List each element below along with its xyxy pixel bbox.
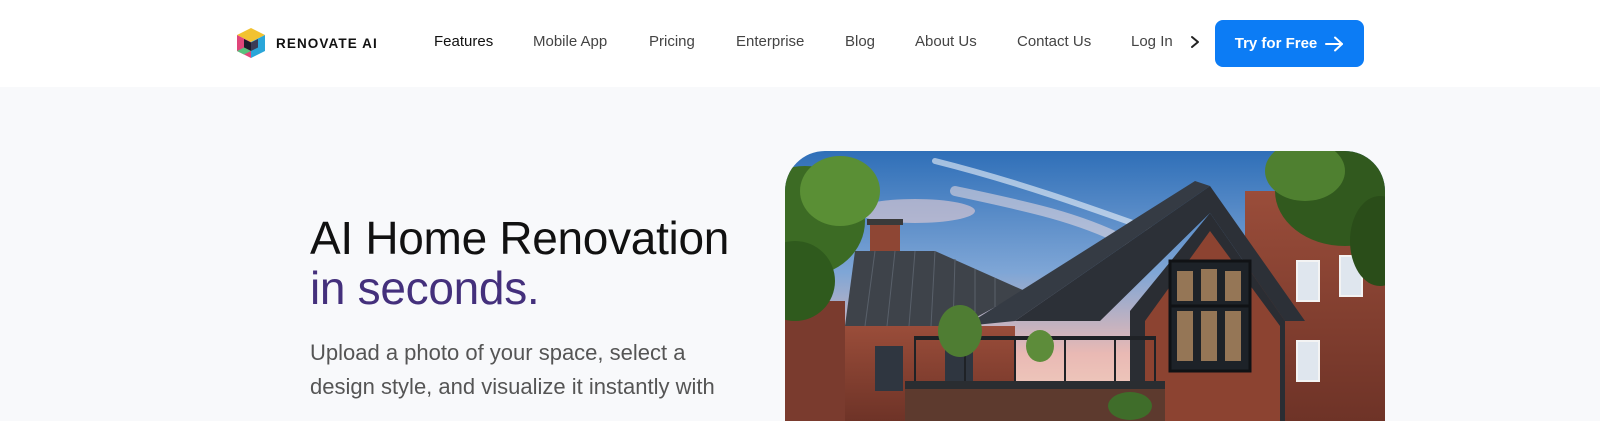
house-exterior-photo (785, 151, 1385, 421)
hero-subtitle: Upload a photo of your space, select a d… (310, 340, 715, 399)
brand-name: RENOVATE AI (276, 35, 378, 51)
brand-logo[interactable]: RENOVATE AI (234, 27, 378, 59)
nav-enterprise[interactable]: Enterprise (736, 33, 804, 50)
login-link[interactable]: Log In (1131, 33, 1201, 50)
nav-contact-us[interactable]: Contact Us (1017, 33, 1091, 50)
cta-label: Try for Free (1234, 35, 1318, 52)
chevron-right-icon (1190, 35, 1199, 48)
try-for-free-button[interactable]: Try for Free (1215, 20, 1364, 67)
hero-title: AI Home Renovation in seconds. (310, 213, 729, 313)
nav-mobile-app[interactable]: Mobile App (533, 33, 607, 50)
hero-title-line2: in seconds. (310, 262, 540, 314)
isometric-cube-icon (237, 28, 265, 58)
hero-title-line1: AI Home Renovation (310, 212, 730, 264)
nav-about-us[interactable]: About Us (915, 33, 977, 50)
nav-pricing[interactable]: Pricing (649, 33, 695, 50)
arrow-right-icon (1325, 36, 1344, 51)
nav-features[interactable]: Features (434, 33, 493, 50)
login-label: Log In (1131, 33, 1173, 50)
top-navbar: RENOVATE AI Features Mobile App Pricing … (0, 0, 1600, 87)
nav-blog[interactable]: Blog (845, 33, 875, 50)
